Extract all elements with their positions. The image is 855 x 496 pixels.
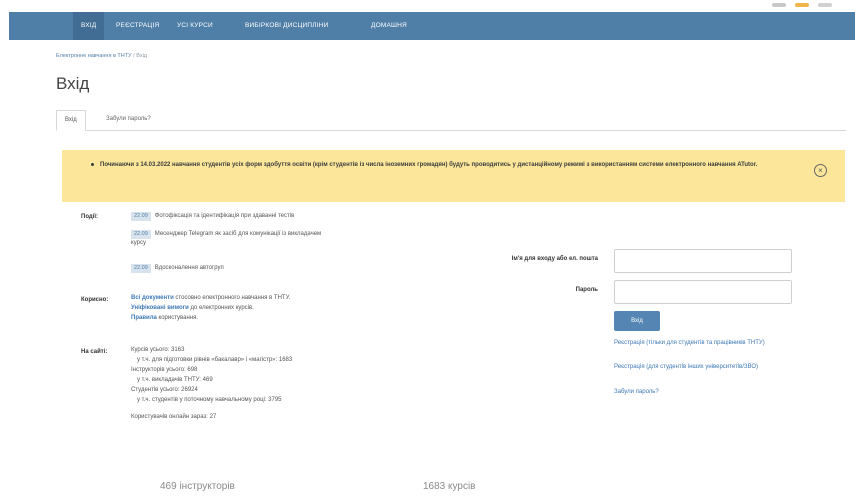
- site-stat-line: Інструкторів усього: 698: [131, 367, 198, 373]
- toolbar-icon: [772, 3, 786, 7]
- nav-registration[interactable]: РЕЄСТРАЦІЯ: [116, 12, 159, 40]
- page-title: Вхід: [56, 74, 90, 93]
- password-label: Пароль: [575, 287, 598, 293]
- useful-label: Корисно:: [81, 297, 109, 303]
- site-stat-line: Курсів усього: 3163: [131, 347, 185, 353]
- username-input[interactable]: [614, 249, 792, 273]
- nav-all-courses[interactable]: УСІ КУРСИ: [177, 12, 213, 40]
- event-item[interactable]: 22.09 Месенджер Telegram як засіб для ком…: [131, 230, 336, 248]
- nav-electives[interactable]: ВИБІРКОВІ ДИСЦИПЛІНИ: [245, 12, 329, 40]
- instructors-count: 469 інструкторів: [160, 481, 235, 492]
- site-stat-line: у т.ч. для підготовки рівнів «бакалавр» …: [137, 357, 293, 363]
- tab-bar: Вхід Забули пароль?: [56, 110, 846, 131]
- useful-line: Всі документи стосовно електронного навч…: [131, 295, 291, 301]
- all-documents-link[interactable]: Всі документи: [131, 295, 174, 301]
- site-stats-label: На сайті:: [81, 349, 108, 355]
- notice-alert: Починаючи з 14.03.2022 навчання студенті…: [62, 150, 845, 202]
- toolbar-icon: [818, 3, 832, 7]
- breadcrumb-root[interactable]: Електронне навчання в ТНТУ: [56, 53, 132, 59]
- event-date: 22.09: [131, 212, 151, 221]
- site-stat-line: у т.ч. студентів у поточному навчальному…: [137, 397, 282, 403]
- site-stat-line: Користувачів онлайн зараз: 27: [131, 414, 217, 420]
- breadcrumb: Електронне навчання в ТНТУ / Вхід: [56, 53, 147, 59]
- forgot-password-link[interactable]: Забули пароль?: [614, 388, 659, 397]
- toolbar-icon: [795, 3, 809, 7]
- event-title[interactable]: Вдосконалення автогруп: [155, 265, 224, 271]
- events-label: Події:: [81, 214, 99, 220]
- nav-home[interactable]: ДОМАШНЯ: [371, 12, 407, 40]
- breadcrumb-current: Вхід: [136, 53, 148, 59]
- event-date: 22.09: [131, 264, 151, 273]
- event-title[interactable]: Фотофіксація та ідентифікація при здаван…: [155, 213, 295, 219]
- close-icon[interactable]: ×: [814, 164, 827, 177]
- window-top-strip: [0, 0, 855, 12]
- bullet-icon: [91, 163, 94, 166]
- username-label: Ім'я для входу або ел. пошта: [511, 256, 598, 262]
- useful-line: Правила користування.: [131, 315, 199, 321]
- site-stat-line: у т.ч. викладачів ТНТУ: 469: [137, 377, 213, 383]
- top-navbar: ВХІД РЕЄСТРАЦІЯ УСІ КУРСИ ВИБІРКОВІ ДИСЦ…: [9, 12, 855, 40]
- event-title[interactable]: Месенджер Telegram як засіб для комуніка…: [131, 231, 321, 246]
- unified-requirements-link[interactable]: Уніфіковані вимоги: [131, 305, 189, 311]
- tab-forgot-password[interactable]: Забули пароль?: [98, 110, 159, 129]
- breadcrumb-separator: /: [133, 53, 135, 59]
- event-item[interactable]: 22.09 Фотофіксація та ідентифікація при з…: [131, 212, 371, 221]
- event-item[interactable]: 22.09 Вдосконалення автогруп: [131, 264, 371, 273]
- nav-login[interactable]: ВХІД: [73, 12, 105, 40]
- login-button[interactable]: Вхід: [614, 311, 660, 331]
- rules-link[interactable]: Правила: [131, 315, 157, 321]
- site-stat-line: Студентів усього: 26924: [131, 387, 198, 393]
- tab-login[interactable]: Вхід: [56, 110, 86, 131]
- useful-line: Уніфіковані вимоги до електронних курсів…: [131, 305, 254, 311]
- register-other-link[interactable]: Реєстрація (для студентів інших універси…: [614, 363, 824, 372]
- register-tntu-link[interactable]: Реєстрація (тільки для студентів та прац…: [614, 339, 824, 348]
- password-input[interactable]: [614, 280, 792, 304]
- alert-message: Починаючи з 14.03.2022 навчання студенті…: [100, 162, 758, 168]
- event-date: 22.09: [131, 230, 151, 239]
- courses-count: 1683 курсів: [423, 481, 476, 492]
